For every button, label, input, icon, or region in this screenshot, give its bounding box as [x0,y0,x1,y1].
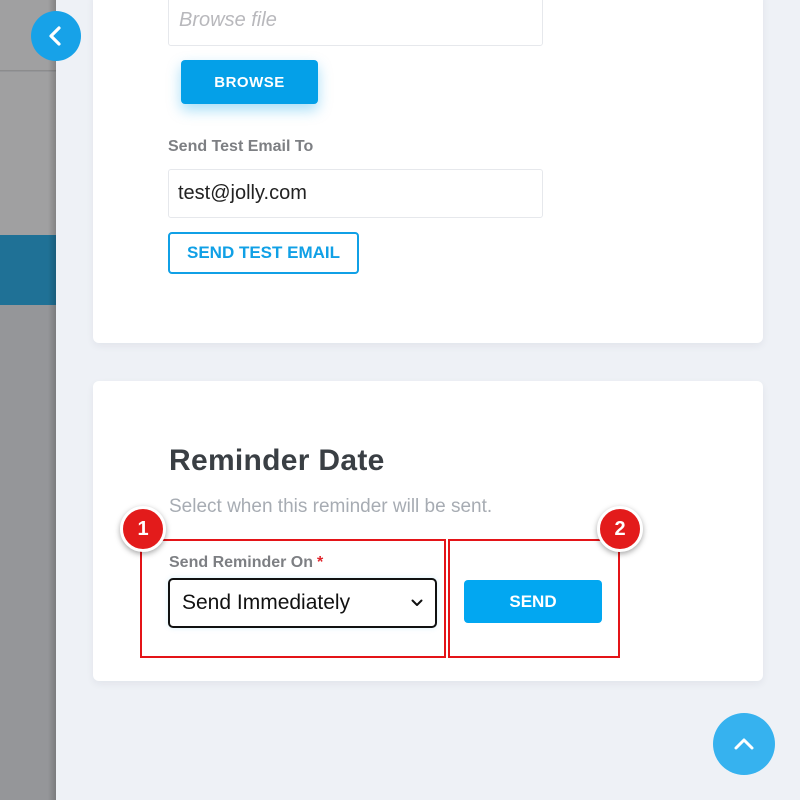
chevron-left-icon [49,26,61,46]
send-test-email-button[interactable]: SEND TEST EMAIL [168,232,359,274]
annotation-marker-1: 1 [120,506,166,552]
browse-file-placeholder: Browse file [179,9,277,31]
browse-button[interactable]: BROWSE [181,60,318,104]
test-email-input[interactable] [168,169,543,218]
annotation-box-1 [140,539,446,658]
back-button[interactable] [31,11,81,61]
section-title: Reminder Date [169,444,385,477]
chevron-up-icon [734,738,754,750]
send-test-email-label: Send Test Email To [168,138,314,155]
browse-file-input[interactable]: Browse file [168,0,543,46]
annotation-marker-2: 2 [597,506,643,552]
section-description: Select when this reminder will be sent. [169,496,493,517]
annotation-box-2 [448,539,620,658]
scroll-to-top-button[interactable] [713,713,775,775]
panel-shadow [48,0,56,800]
